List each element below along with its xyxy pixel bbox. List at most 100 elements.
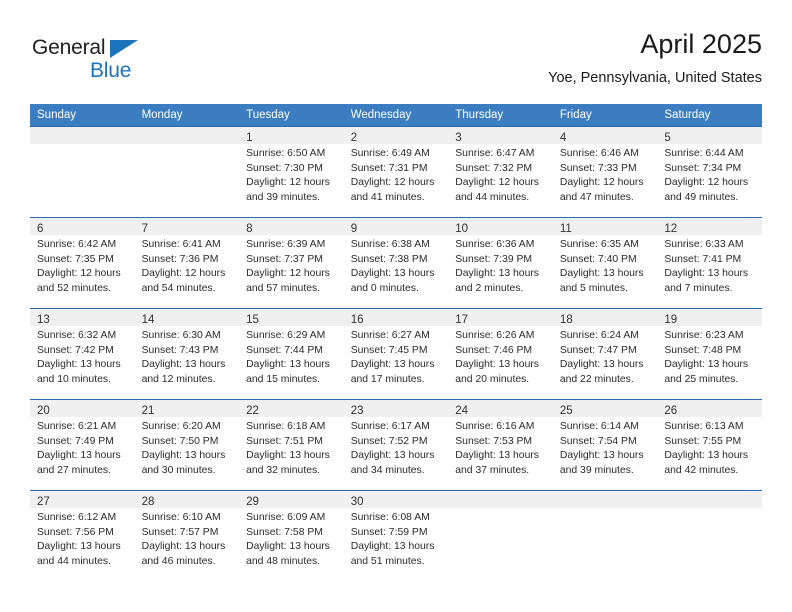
day-cell-body: Sunrise: 6:38 AM Sunset: 7:38 PM Daylight:… <box>344 235 449 296</box>
calendar-day-cell[interactable]: 10 Sunrise: 6:36 AM Sunset: 7:39 PM Dayligh… <box>448 217 553 309</box>
day-number: 20 <box>37 405 50 417</box>
day-cell-body: Sunrise: 6:50 AM Sunset: 7:30 PM Daylight:… <box>239 144 344 205</box>
calendar-day-cell[interactable]: 30 Sunrise: 6:08 AM Sunset: 7:59 PM Dayligh… <box>343 490 449 581</box>
calendar-day-cell[interactable]: 5 Sunrise: 6:44 AM Sunset: 7:34 PM Daylight… <box>657 126 762 218</box>
day-number-band: 7 <box>134 218 240 235</box>
sunrise-text: Sunrise: 6:38 AM <box>350 239 430 250</box>
sunrise-text: Sunrise: 6:47 AM <box>455 148 535 159</box>
day-cell-inner <box>657 491 762 581</box>
calendar-grid: Sunday Monday Tuesday Wednesday Thursday… <box>30 104 762 581</box>
calendar-day-cell[interactable]: 16 Sunrise: 6:27 AM Sunset: 7:45 PM Dayligh… <box>343 308 449 400</box>
calendar-day-cell[interactable]: 26 Sunrise: 6:13 AM Sunset: 7:55 PM Dayligh… <box>657 399 762 491</box>
calendar-day-cell[interactable]: 13 Sunrise: 6:32 AM Sunset: 7:42 PM Dayligh… <box>30 308 135 400</box>
day-number-band: 5 <box>657 127 762 144</box>
day-number-band: 12 <box>657 218 762 235</box>
day-number-band <box>134 127 240 144</box>
sunrise-text: Sunrise: 6:35 AM <box>559 239 639 250</box>
calendar-week-row: 13 Sunrise: 6:32 AM Sunset: 7:42 PM Dayligh… <box>30 308 762 400</box>
day-number: 15 <box>246 314 259 326</box>
page-subtitle: Yoe, Pennsylvania, United States <box>548 70 762 86</box>
day-number: 29 <box>246 496 259 508</box>
day-cell-inner: 17 Sunrise: 6:26 AM Sunset: 7:46 PM Dayligh… <box>448 309 553 399</box>
day-number-band: 19 <box>657 309 762 326</box>
day-cell-inner <box>552 491 658 581</box>
calendar-day-cell[interactable]: 25 Sunrise: 6:14 AM Sunset: 7:54 PM Dayligh… <box>552 399 658 491</box>
daylight-text-line1: Daylight: 13 hours <box>350 450 435 462</box>
calendar-day-cell[interactable]: 8 Sunrise: 6:39 AM Sunset: 7:37 PM Daylight… <box>239 217 344 309</box>
calendar-day-cell[interactable]: 27 Sunrise: 6:12 AM Sunset: 7:56 PM Dayligh… <box>30 490 135 581</box>
day-number-band: 27 <box>30 491 135 508</box>
daylight-text-line2: and 7 minutes. <box>664 282 733 294</box>
day-number-band: 17 <box>448 309 553 326</box>
sunrise-text: Sunrise: 6:49 AM <box>350 148 430 159</box>
calendar-day-cell[interactable]: 29 Sunrise: 6:09 AM Sunset: 7:58 PM Dayligh… <box>239 490 344 581</box>
sunrise-text: Sunrise: 6:46 AM <box>559 148 639 159</box>
calendar-page: General Blue April 2025 Yoe, Pennsylvani… <box>0 0 792 612</box>
calendar-day-cell[interactable]: 21 Sunrise: 6:20 AM Sunset: 7:50 PM Dayligh… <box>134 399 240 491</box>
day-number: 2 <box>350 132 358 144</box>
day-number: 4 <box>559 132 567 144</box>
daylight-text-line2: and 44 minutes. <box>455 191 530 203</box>
calendar-day-cell[interactable]: 11 Sunrise: 6:35 AM Sunset: 7:40 PM Dayligh… <box>552 217 658 309</box>
day-cell-inner: 30 Sunrise: 6:08 AM Sunset: 7:59 PM Dayligh… <box>343 491 449 581</box>
day-number-band: 22 <box>239 400 344 417</box>
daylight-text-line1: Daylight: 13 hours <box>455 359 539 371</box>
calendar-day-cell[interactable]: 3 Sunrise: 6:47 AM Sunset: 7:32 PM Daylight… <box>448 126 553 218</box>
daylight-text-line2: and 42 minutes. <box>664 464 739 476</box>
day-cell-inner: 9 Sunrise: 6:38 AM Sunset: 7:38 PM Daylight… <box>343 218 449 308</box>
calendar-day-cell[interactable]: 7 Sunrise: 6:41 AM Sunset: 7:36 PM Daylight… <box>134 217 240 309</box>
daylight-text-line2: and 15 minutes. <box>246 373 321 385</box>
generalblue-logo: General Blue <box>32 36 212 92</box>
calendar-day-cell[interactable]: 9 Sunrise: 6:38 AM Sunset: 7:38 PM Daylight… <box>343 217 449 309</box>
calendar-day-cell[interactable]: 2 Sunrise: 6:49 AM Sunset: 7:31 PM Daylight… <box>343 126 449 218</box>
day-cell-inner: 3 Sunrise: 6:47 AM Sunset: 7:32 PM Daylight… <box>448 127 553 217</box>
day-cell-inner: 2 Sunrise: 6:49 AM Sunset: 7:31 PM Daylight… <box>343 127 449 217</box>
sunset-text: Sunset: 7:31 PM <box>350 162 428 174</box>
sunrise-text: Sunrise: 6:29 AM <box>246 330 326 341</box>
sunrise-text: Sunrise: 6:17 AM <box>350 421 430 432</box>
calendar-day-cell[interactable]: 24 Sunrise: 6:16 AM Sunset: 7:53 PM Dayligh… <box>448 399 553 491</box>
calendar-day-cell[interactable]: 22 Sunrise: 6:18 AM Sunset: 7:51 PM Dayligh… <box>239 399 344 491</box>
day-number: 26 <box>664 405 678 417</box>
sunset-text: Sunset: 7:49 PM <box>37 435 114 447</box>
calendar-day-cell[interactable]: 28 Sunrise: 6:10 AM Sunset: 7:57 PM Dayligh… <box>134 490 240 581</box>
day-cell-body: Sunrise: 6:09 AM Sunset: 7:58 PM Daylight:… <box>239 508 344 569</box>
sunrise-text: Sunrise: 6:09 AM <box>246 512 326 523</box>
sunrise-text: Sunrise: 6:27 AM <box>350 330 430 341</box>
sunset-text: Sunset: 7:39 PM <box>455 253 533 265</box>
sunrise-text: Sunrise: 6:20 AM <box>141 421 221 432</box>
day-cell-body: Sunrise: 6:39 AM Sunset: 7:37 PM Daylight:… <box>239 235 344 296</box>
sunset-text: Sunset: 7:35 PM <box>37 253 114 265</box>
calendar-day-cell[interactable]: 12 Sunrise: 6:33 AM Sunset: 7:41 PM Dayligh… <box>657 217 762 309</box>
day-cell-inner: 21 Sunrise: 6:20 AM Sunset: 7:50 PM Dayligh… <box>134 400 240 490</box>
sunrise-text: Sunrise: 6:23 AM <box>664 330 744 341</box>
calendar-day-cell[interactable]: 4 Sunrise: 6:46 AM Sunset: 7:33 PM Daylight… <box>552 126 658 218</box>
day-cell-body: Sunrise: 6:18 AM Sunset: 7:51 PM Daylight:… <box>239 417 344 478</box>
sunrise-text: Sunrise: 6:16 AM <box>455 421 535 432</box>
daylight-text-line2: and 10 minutes. <box>37 373 111 385</box>
day-cell-body <box>448 508 553 511</box>
calendar-day-cell[interactable]: 17 Sunrise: 6:26 AM Sunset: 7:46 PM Dayligh… <box>448 308 553 400</box>
day-number-band: 13 <box>30 309 135 326</box>
day-number-band: 29 <box>239 491 344 508</box>
sunset-text: Sunset: 7:54 PM <box>559 435 637 447</box>
day-number: 1 <box>246 132 253 144</box>
sunrise-text: Sunrise: 6:08 AM <box>350 512 430 523</box>
day-cell-body: Sunrise: 6:29 AM Sunset: 7:44 PM Daylight:… <box>239 326 344 387</box>
calendar-day-cell[interactable]: 14 Sunrise: 6:30 AM Sunset: 7:43 PM Dayligh… <box>134 308 240 400</box>
calendar-day-cell[interactable]: 6 Sunrise: 6:42 AM Sunset: 7:35 PM Daylight… <box>30 217 135 309</box>
calendar-day-cell[interactable]: 1 Sunrise: 6:50 AM Sunset: 7:30 PM Daylight… <box>239 126 344 218</box>
calendar-day-cell[interactable]: 19 Sunrise: 6:23 AM Sunset: 7:48 PM Dayligh… <box>657 308 762 400</box>
calendar-day-cell[interactable]: 23 Sunrise: 6:17 AM Sunset: 7:52 PM Dayligh… <box>343 399 449 491</box>
calendar-day-cell[interactable]: 20 Sunrise: 6:21 AM Sunset: 7:49 PM Dayligh… <box>30 399 135 491</box>
calendar-day-cell[interactable]: 18 Sunrise: 6:24 AM Sunset: 7:47 PM Dayligh… <box>552 308 658 400</box>
day-number: 14 <box>141 314 155 326</box>
daylight-text-line1: Daylight: 13 hours <box>37 541 121 553</box>
day-cell-body: Sunrise: 6:10 AM Sunset: 7:57 PM Daylight:… <box>135 508 240 569</box>
daylight-text-line1: Daylight: 13 hours <box>37 359 121 371</box>
day-cell-body: Sunrise: 6:47 AM Sunset: 7:32 PM Daylight:… <box>448 144 553 205</box>
weekday-header-wednesday: Wednesday <box>343 104 449 127</box>
daylight-text-line1: Daylight: 13 hours <box>350 359 435 371</box>
daylight-text-line1: Daylight: 13 hours <box>455 450 539 462</box>
calendar-day-cell[interactable]: 15 Sunrise: 6:29 AM Sunset: 7:44 PM Dayligh… <box>239 308 344 400</box>
